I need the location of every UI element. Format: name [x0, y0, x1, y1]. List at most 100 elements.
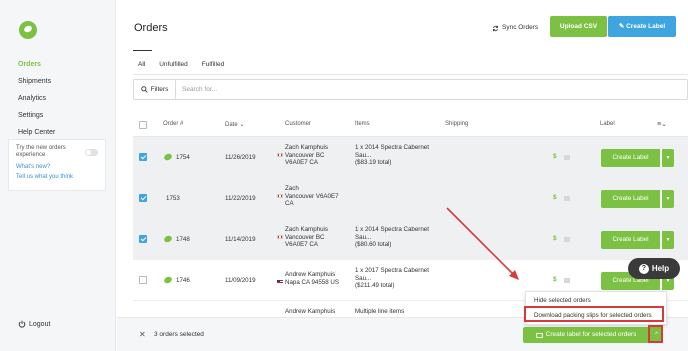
- create-label-selected-button[interactable]: Create label for selected orders: [523, 327, 649, 343]
- create-label-header-button[interactable]: ✎ Create Label: [608, 16, 676, 37]
- logout-label: Logout: [29, 320, 51, 328]
- search-icon: [140, 86, 148, 93]
- order-number[interactable]: 1754: [176, 154, 190, 162]
- order-date: 11/22/2019: [225, 195, 256, 202]
- create-label-button[interactable]: Create Label: [601, 231, 660, 249]
- rate-dollar-icon[interactable]: $: [553, 153, 557, 160]
- canada-flag-icon: [277, 193, 283, 198]
- table-row[interactable]: 1748 11/14/2019 Zach Kamphuis Vancouver …: [133, 219, 688, 260]
- package-icon[interactable]: [564, 278, 570, 283]
- power-icon: [18, 320, 26, 328]
- feedback-link[interactable]: Tell us what you think: [16, 174, 98, 180]
- order-tabs: All Unfulfilled Fulfilled: [138, 61, 238, 68]
- create-label-dropdown-button[interactable]: ▾: [661, 231, 674, 249]
- package-icon[interactable]: [564, 237, 570, 242]
- customer-name: Andrew Kamphuis: [285, 271, 336, 278]
- new-orders-promo: Try the new orders experience What's new…: [8, 139, 106, 191]
- items-cell: 1 x 2014 Spectra Cabernet Sau... ($80.60…: [355, 226, 429, 249]
- items-cell: 1 x 2014 Spectra Cabernet Sau... ($83.19…: [355, 144, 429, 167]
- sync-orders-label: Sync Orders: [502, 24, 539, 31]
- order-date: 11/26/2019: [225, 154, 256, 161]
- customer-name: Zach Kamphuis: [285, 226, 328, 233]
- canada-flag-icon: [277, 234, 283, 239]
- table-row[interactable]: 1753 11/22/2019 Zach Vancouver V6A0E7 CA…: [133, 178, 688, 219]
- leaf-icon: [163, 234, 173, 244]
- close-icon[interactable]: ✕: [139, 330, 146, 339]
- us-flag-icon: [277, 279, 283, 284]
- column-header-date-label: Date: [225, 122, 238, 128]
- create-label-dropdown-button[interactable]: ▾: [661, 149, 674, 167]
- rate-dollar-icon[interactable]: $: [553, 276, 557, 283]
- order-number[interactable]: 1746: [176, 277, 190, 285]
- customer-name: Zach: [285, 185, 299, 192]
- row-checkbox[interactable]: [139, 194, 147, 202]
- order-total: ($211.49 total): [355, 282, 395, 289]
- sidebar-item-analytics[interactable]: Analytics: [18, 90, 55, 107]
- tab-all[interactable]: All: [138, 61, 145, 68]
- sort-down-icon: ⌄: [239, 122, 245, 128]
- select-all-checkbox[interactable]: [139, 121, 147, 129]
- filters-button[interactable]: Filters: [134, 80, 176, 99]
- tabs-divider: [133, 74, 688, 75]
- row-checkbox[interactable]: [139, 276, 147, 284]
- filters-label: Filters: [150, 86, 169, 93]
- item-line-more: Sau...: [355, 151, 372, 159]
- filter-bar: Filters: [133, 79, 688, 100]
- upload-csv-button[interactable]: Upload CSV: [550, 16, 607, 37]
- rate-dollar-icon[interactable]: $: [553, 235, 557, 242]
- item-line: Multiple line items: [355, 308, 405, 315]
- logout-button[interactable]: Logout: [18, 320, 50, 328]
- order-total: ($80.60 total): [355, 241, 392, 248]
- column-header-date[interactable]: Date ⌄: [225, 121, 244, 128]
- row-checkbox[interactable]: [139, 235, 147, 243]
- tab-unfulfilled[interactable]: Unfulfilled: [159, 61, 188, 68]
- new-experience-toggle[interactable]: [85, 149, 98, 156]
- column-settings-icon[interactable]: ≡⌄: [657, 120, 667, 128]
- tab-fulfilled[interactable]: Fulfilled: [202, 61, 224, 68]
- customer-cell: Zach Kamphuis Vancouver BC V6A0E7 CA: [273, 144, 328, 167]
- order-total: ($83.19 total): [355, 159, 392, 166]
- question-icon: ?: [638, 263, 649, 274]
- menu-item-hide-selected[interactable]: Hide selected orders: [534, 297, 591, 304]
- customer-cell: Zach Vancouver V6A0E7 CA: [273, 185, 339, 208]
- package-icon[interactable]: [564, 196, 570, 201]
- sidebar-nav: Orders Shipments Analytics Settings Help…: [18, 56, 55, 141]
- rate-dollar-icon[interactable]: $: [553, 194, 557, 201]
- table-header: Order # Date ⌄ Customer Items Shipping L…: [133, 118, 688, 132]
- column-header-customer: Customer: [285, 121, 312, 127]
- sidebar-item-orders[interactable]: Orders: [18, 56, 55, 73]
- sidebar: Orders Shipments Analytics Settings Help…: [0, 0, 116, 351]
- help-button[interactable]: ? Help: [628, 258, 680, 279]
- column-header-shipping: Shipping: [445, 121, 469, 127]
- help-label: Help: [651, 264, 670, 273]
- create-label-button[interactable]: Create Label: [601, 190, 660, 208]
- create-label-header-label: Create Label: [626, 23, 666, 30]
- column-header-order[interactable]: Order #: [163, 121, 183, 127]
- customer-address-line2: V6A0E7 CA: [285, 159, 319, 166]
- page-title: Orders: [134, 22, 168, 34]
- sync-orders-button[interactable]: Sync Orders: [492, 19, 538, 37]
- customer-name: Andrew Kamphuis: [285, 308, 336, 315]
- sidebar-item-settings[interactable]: Settings: [18, 107, 55, 124]
- item-line-more: Sau...: [355, 233, 372, 241]
- order-number[interactable]: 1753: [166, 195, 180, 203]
- item-line: 1 x 2014 Spectra Cabernet: [355, 226, 429, 233]
- create-label-selected-label: Create label for selected orders: [545, 331, 637, 338]
- sync-icon: [493, 25, 498, 31]
- customer-address-line1: Vancouver BC: [285, 151, 325, 159]
- whats-new-link[interactable]: What's new?: [16, 164, 98, 170]
- row-checkbox[interactable]: [139, 153, 147, 161]
- selected-count: 3 orders selected: [154, 331, 204, 338]
- customer-cell: Andrew Kamphuis Napa CA 94558 US: [273, 271, 339, 286]
- customer-address-line1: Vancouver BC: [285, 233, 325, 241]
- package-icon[interactable]: [564, 155, 570, 160]
- order-number[interactable]: 1748: [176, 236, 190, 244]
- item-line-more: Sau...: [355, 274, 372, 282]
- table-row[interactable]: 1754 11/26/2019 Zach Kamphuis Vancouver …: [133, 137, 688, 178]
- brand-logo[interactable]: [19, 21, 37, 39]
- create-label-button[interactable]: Create Label: [601, 149, 660, 167]
- sidebar-item-shipments[interactable]: Shipments: [18, 73, 55, 90]
- search-input[interactable]: [182, 83, 662, 96]
- item-line: 1 x 2017 Spectra Cabernet: [355, 267, 429, 274]
- create-label-dropdown-button[interactable]: ▾: [661, 190, 674, 208]
